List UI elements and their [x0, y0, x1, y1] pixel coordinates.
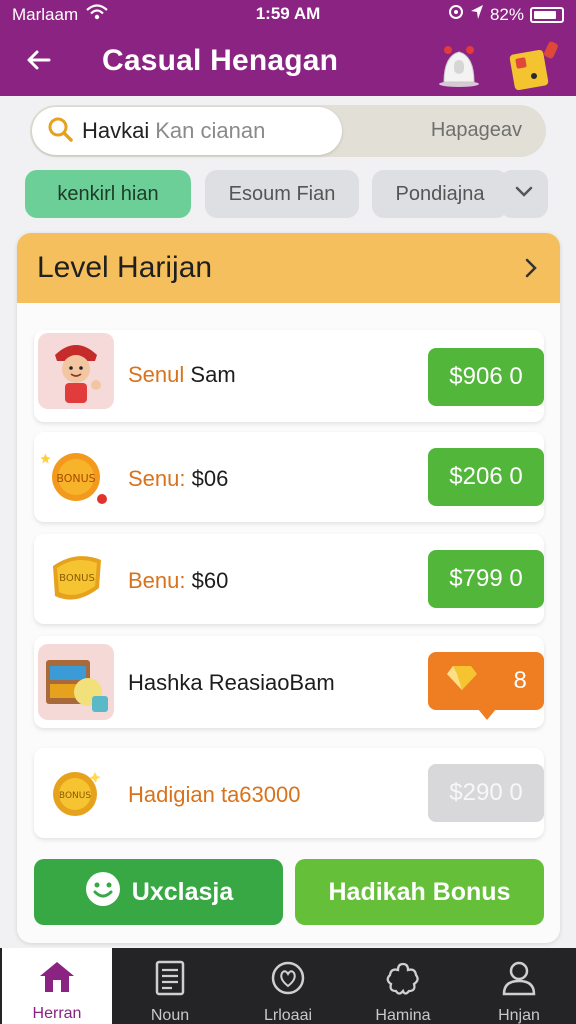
- back-arrow-icon: [25, 49, 51, 76]
- svg-text:BONUS: BONUS: [59, 791, 91, 801]
- price-value: 8: [513, 667, 527, 694]
- search-query-text: Havkai: [82, 118, 150, 143]
- price-button[interactable]: $906 0: [428, 348, 544, 406]
- price-button[interactable]: 8: [428, 652, 544, 720]
- tab-label: Hamina: [375, 1007, 431, 1024]
- list-item[interactable]: Senul Sam $906 0: [34, 330, 544, 422]
- home-icon: [38, 960, 76, 999]
- battery-percent: 82%: [489, 4, 524, 24]
- list-item[interactable]: BONUS Hadigian ta63000 $290 0: [34, 748, 544, 838]
- chevron-down-icon: [515, 185, 533, 203]
- exclusive-button-label: Uxclasja: [131, 877, 234, 906]
- bottom-tab-bar: Herran Noun Lrloaai Hamina Hnjan: [0, 948, 576, 1024]
- chip-filter-2[interactable]: Esoum Fian: [205, 170, 359, 218]
- price-button[interactable]: $799 0: [428, 550, 544, 608]
- status-right: 82%: [448, 4, 564, 25]
- gift-box-icon: [509, 41, 558, 91]
- exclusive-button[interactable]: Uxclasja: [34, 859, 283, 925]
- tab-label: Hnjan: [498, 1007, 540, 1024]
- tab-label: Noun: [150, 1007, 190, 1024]
- chips-more-button[interactable]: [500, 170, 548, 218]
- profile-icon: [501, 960, 537, 1001]
- gold-badge-icon: BONUS: [38, 541, 114, 617]
- row-label: Benu: $60: [128, 568, 228, 594]
- page-title: Casual Henagan: [102, 44, 339, 77]
- list-item[interactable]: BONUS Benu: $60 $799 0: [34, 534, 544, 624]
- notification-button[interactable]: [434, 38, 484, 88]
- row-label-text: Sam: [190, 362, 236, 387]
- price-bubble-tail: [478, 709, 496, 720]
- row-label-accent: Hadigian ta63000: [128, 782, 301, 807]
- tab-label: Lrloaai: [263, 1007, 313, 1024]
- tab-news[interactable]: Noun: [115, 948, 225, 1024]
- level-card-title: Level Harijan: [37, 251, 213, 284]
- list-item[interactable]: Hashka ReasiaoBam 8: [34, 636, 544, 728]
- row-label-accent: Senul: [128, 362, 185, 387]
- row-label-text: $60: [191, 568, 229, 593]
- chevron-right-icon: [524, 257, 538, 284]
- search-input[interactable]: Havkai Kan cianan: [32, 107, 342, 155]
- chip-filter-1[interactable]: kenkirl hian: [25, 170, 191, 218]
- search-filter-label[interactable]: Hapageav: [431, 119, 522, 142]
- row-label: Hadigian ta63000: [128, 782, 300, 808]
- document-icon: [154, 960, 186, 1001]
- tab-favorites[interactable]: Lrloaai: [233, 948, 343, 1024]
- search-bar[interactable]: Havkai Kan cianan Hapageav: [30, 105, 546, 157]
- svg-text:BONUS: BONUS: [56, 472, 95, 485]
- smiley-icon: [84, 870, 122, 915]
- chip-filter-3[interactable]: Pondiajna: [372, 170, 508, 218]
- row-label-text: Hashka ReasiaoBam: [128, 670, 335, 695]
- row-label: Senul Sam: [128, 362, 236, 388]
- status-bar: Marlaam 1:59 AM 82%: [0, 0, 576, 28]
- treasure-box-icon: [38, 644, 114, 720]
- app-bar: Casual Henagan: [0, 28, 576, 96]
- search-icon: [46, 115, 74, 148]
- back-button[interactable]: [18, 42, 58, 82]
- location-icon: [470, 4, 484, 25]
- heart-circle-icon: [270, 960, 306, 1001]
- tab-rewards[interactable]: Hamina: [348, 948, 458, 1024]
- bonus-coin-icon: BONUS: [38, 439, 114, 515]
- row-label: Senu: $06: [128, 466, 228, 492]
- diamond-icon: [445, 664, 479, 699]
- bell-icon: [439, 46, 479, 87]
- svg-text:BONUS: BONUS: [59, 573, 95, 584]
- level-card-header[interactable]: Level Harijan: [17, 233, 560, 303]
- bonus-button[interactable]: Hadikah Bonus: [295, 859, 544, 925]
- flower-icon: [384, 960, 422, 1001]
- row-label-accent: Senu:: [128, 466, 186, 491]
- price-button[interactable]: $290 0: [428, 764, 544, 822]
- list-item[interactable]: BONUS Senu: $06 $206 0: [34, 432, 544, 522]
- row-label: Hashka ReasiaoBam: [128, 670, 335, 696]
- battery-icon: [530, 6, 564, 23]
- coin-icon: BONUS: [38, 755, 114, 831]
- chef-avatar-icon: [38, 333, 114, 409]
- price-button[interactable]: $206 0: [428, 448, 544, 506]
- search-placeholder: Kan cianan: [155, 118, 266, 143]
- tab-home[interactable]: Herran: [2, 948, 112, 1024]
- row-label-text: $06: [191, 466, 229, 491]
- tab-label: Herran: [32, 1005, 82, 1022]
- tab-profile[interactable]: Hnjan: [464, 948, 574, 1024]
- gift-button[interactable]: [506, 36, 562, 92]
- row-label-accent: Benu:: [128, 568, 186, 593]
- alarm-icon: [448, 4, 464, 25]
